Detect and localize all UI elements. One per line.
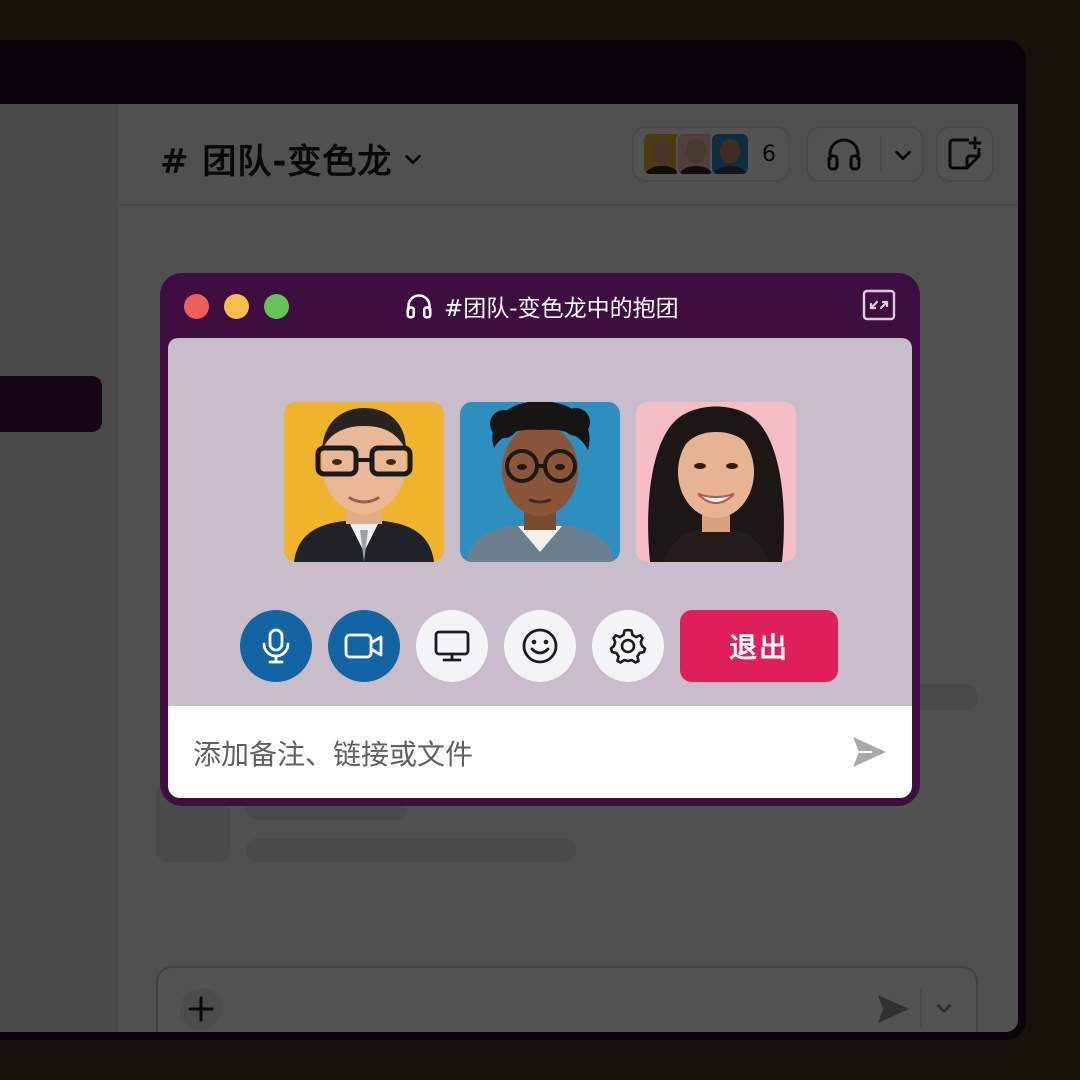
microphone-icon xyxy=(262,628,290,664)
member-avatar xyxy=(710,132,750,176)
screen-share-button[interactable] xyxy=(416,610,488,682)
headphones-icon xyxy=(827,138,861,171)
message-placeholder xyxy=(246,838,576,862)
huddle-window: #团队-变色龙中的抱团 退出 添加备注、链接或文件 xyxy=(160,273,920,806)
chevron-down-icon[interactable] xyxy=(892,144,914,166)
chevron-down-icon xyxy=(405,154,422,164)
message-composer[interactable] xyxy=(156,966,978,1032)
participant-tile[interactable] xyxy=(284,402,444,562)
video-camera-icon xyxy=(344,633,383,659)
participant-tile[interactable] xyxy=(460,402,620,562)
huddle-title-bar: #团队-变色龙中的抱团 xyxy=(404,287,679,325)
huddle-toggle-button[interactable] xyxy=(806,126,924,182)
member-count: 6 xyxy=(762,141,776,167)
window-minimize-button[interactable] xyxy=(224,294,249,319)
window-close-button[interactable] xyxy=(184,294,209,319)
emoji-icon xyxy=(522,628,558,664)
note-input-placeholder: 添加备注、链接或文件 xyxy=(193,738,474,771)
channel-title-button[interactable]: # 团队-变色龙 xyxy=(160,134,424,183)
send-icon[interactable] xyxy=(874,990,912,1028)
participant-avatar xyxy=(466,402,614,562)
participant-tile[interactable] xyxy=(636,402,796,562)
plus-icon xyxy=(188,996,214,1022)
mute-button[interactable] xyxy=(240,610,312,682)
huddle-controls: 退出 xyxy=(240,610,838,682)
settings-button[interactable] xyxy=(592,610,664,682)
headphones-icon xyxy=(406,294,432,319)
participant-avatar xyxy=(294,408,434,562)
sidebar xyxy=(0,104,118,1032)
channel-members-button[interactable]: 6 xyxy=(632,126,790,182)
chevron-down-icon[interactable] xyxy=(934,998,954,1018)
send-icon[interactable] xyxy=(850,733,888,771)
channel-header: # 团队-变色龙 6 xyxy=(118,104,1018,206)
video-button[interactable] xyxy=(328,610,400,682)
add-attachment-button[interactable] xyxy=(180,988,222,1030)
participant-avatar xyxy=(648,406,784,562)
reaction-button[interactable] xyxy=(504,610,576,682)
canvas-button[interactable] xyxy=(936,126,994,182)
canvas-icon xyxy=(948,136,982,170)
sidebar-item-active[interactable] xyxy=(0,376,102,432)
screen-share-icon xyxy=(434,630,470,662)
leave-huddle-button[interactable]: 退出 xyxy=(680,610,838,682)
expand-icon[interactable] xyxy=(862,289,896,321)
gear-icon xyxy=(609,628,647,664)
channel-title: # 团队-变色龙 xyxy=(160,142,393,182)
window-maximize-button[interactable] xyxy=(264,294,289,319)
huddle-note-input[interactable]: 添加备注、链接或文件 xyxy=(168,706,912,798)
huddle-title: #团队-变色龙中的抱团 xyxy=(444,296,679,322)
huddle-participants-area: 退出 xyxy=(168,338,912,706)
